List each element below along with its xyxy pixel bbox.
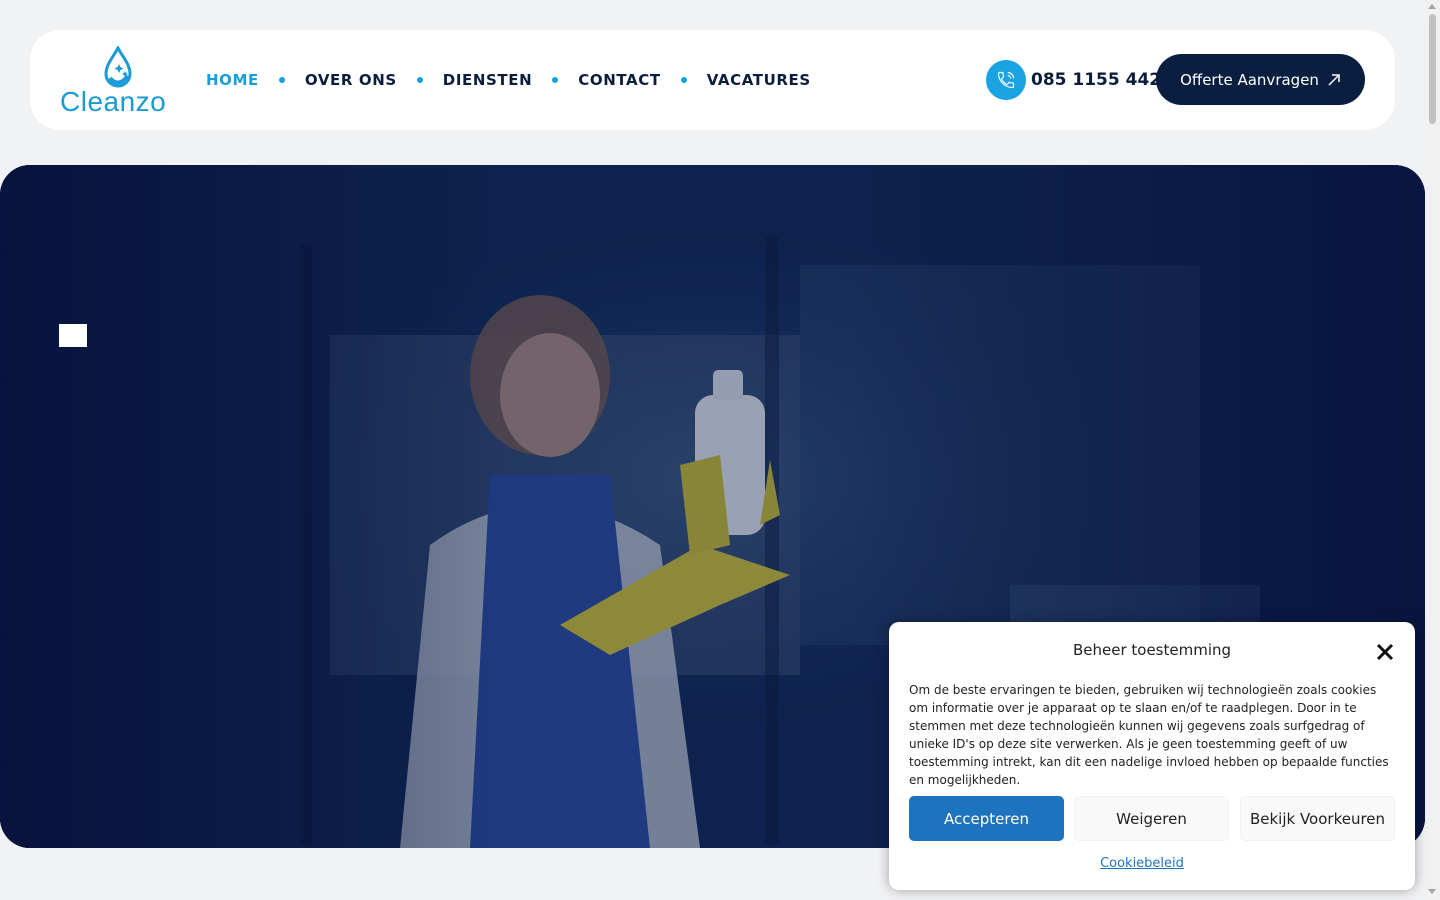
- nav-item-diensten[interactable]: DIENSTEN: [443, 71, 532, 89]
- cookie-policy-link[interactable]: Cookiebeleid: [889, 856, 1395, 871]
- quote-request-button[interactable]: Offerte Aanvragen: [1156, 54, 1365, 105]
- nav-item-home[interactable]: HOME: [206, 71, 259, 89]
- phone-link[interactable]: 085 1155 442: [986, 60, 1161, 100]
- arrow-up-right-icon: [1328, 73, 1340, 86]
- cookie-description: Om de beste ervaringen te bieden, gebrui…: [909, 683, 1389, 787]
- nav-separator-dot: [552, 77, 559, 83]
- deny-button[interactable]: Weigeren: [1074, 796, 1229, 841]
- scrollbar-thumb[interactable]: [1429, 14, 1436, 124]
- nav-item-contact[interactable]: CONTACT: [578, 71, 660, 89]
- nav-separator-dot: [278, 77, 285, 83]
- nav-item-over-ons[interactable]: OVER ONS: [305, 71, 397, 89]
- hero-placeholder-box: [59, 324, 87, 347]
- phone-number: 085 1155 442: [1031, 70, 1162, 90]
- scroll-down-arrow-icon[interactable]: [1428, 889, 1436, 894]
- nav-separator-dot: [416, 77, 423, 83]
- phone-icon: [986, 60, 1026, 100]
- site-header: Cleanzo HOME OVER ONS DIENSTEN CONTACT V…: [30, 30, 1395, 130]
- main-nav: HOME OVER ONS DIENSTEN CONTACT VACATURES: [206, 30, 811, 130]
- page-scrollbar[interactable]: [1425, 0, 1440, 900]
- quote-button-label: Offerte Aanvragen: [1180, 70, 1319, 89]
- view-preferences-button[interactable]: Bekijk Voorkeuren: [1240, 796, 1395, 841]
- scroll-up-arrow-icon[interactable]: [1428, 4, 1436, 9]
- close-icon[interactable]: [1375, 642, 1395, 662]
- nav-separator-dot: [680, 77, 687, 83]
- cookie-consent-dialog: Beheer toestemming Om de beste ervaringe…: [889, 622, 1415, 890]
- accept-button[interactable]: Accepteren: [909, 796, 1064, 841]
- cleanzo-logo[interactable]: Cleanzo: [60, 46, 180, 117]
- nav-item-vacatures[interactable]: VACATURES: [707, 71, 811, 89]
- cookie-dialog-title: Beheer toestemming: [1072, 641, 1232, 659]
- water-drop-logo-icon: [104, 46, 132, 88]
- logo-text: Cleanzo: [60, 86, 167, 117]
